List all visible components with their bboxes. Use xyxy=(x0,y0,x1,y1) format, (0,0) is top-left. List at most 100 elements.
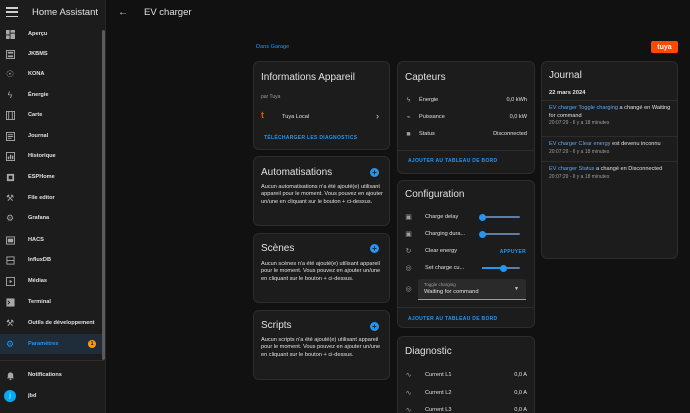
sensors-card: Capteurs ϟ Énergie 0,0 kWh ⌁ Puissance 0… xyxy=(397,61,535,174)
sidebar-scrollbar[interactable] xyxy=(102,30,105,360)
sidebar-item-energie[interactable]: ϟ Énergie xyxy=(0,85,104,105)
set-charge-current-slider[interactable] xyxy=(482,264,520,272)
add-scene-button[interactable]: + xyxy=(370,244,379,253)
configuration-card: Configuration ▣ Charge delay ▣ Charging … xyxy=(397,180,535,328)
lightning-icon: ϟ xyxy=(7,89,13,100)
list-icon xyxy=(5,131,15,141)
tuya-icon: t xyxy=(261,110,264,120)
add-automation-button[interactable]: + xyxy=(370,168,379,177)
journal-entity-link[interactable]: EV charger Clear energy xyxy=(549,141,611,147)
diagnostic-value: 0,0 A xyxy=(514,390,527,396)
sidebar-title: Home Assistant xyxy=(32,6,98,18)
breadcrumb[interactable]: Dans Garage xyxy=(256,44,289,50)
sidebar-item-influxdb[interactable]: InfluxDB xyxy=(0,250,104,270)
add-to-dashboard-button[interactable]: AJOUTER AU TABLEAU DE BORD xyxy=(408,316,497,322)
sensor-row-puissance[interactable]: ⌁ Puissance 0,0 kW xyxy=(398,110,534,124)
journal-date: 22 mars 2024 xyxy=(549,90,586,96)
clear-energy-press-button[interactable]: APPUYER xyxy=(500,249,526,255)
sidebar-item-label: Historique xyxy=(28,153,56,159)
sidebar-item-outils[interactable]: ⚒ Outils de développement xyxy=(0,313,104,333)
sidebar-item-medias[interactable]: Médias xyxy=(0,271,104,291)
journal-entry: EV charger Clear energy est devenu incon… xyxy=(549,141,671,156)
car-icon: ☉ xyxy=(5,68,15,79)
chevron-down-icon: ▼ xyxy=(514,286,519,292)
wrench-icon: ⚒ xyxy=(5,192,15,203)
select-value: Waiting for command xyxy=(424,289,479,295)
hacs-icon xyxy=(5,235,15,245)
sidebar-item-terminal[interactable]: Terminal xyxy=(0,292,104,312)
sidebar-item-notifications[interactable]: Notifications xyxy=(0,365,104,385)
diagnostic-row-l2[interactable]: ∿ Current L2 0,0 A xyxy=(398,386,534,400)
sensor-value: 0,0 kW xyxy=(509,114,527,120)
scripts-title: Scripts xyxy=(261,320,292,331)
menu-icon[interactable] xyxy=(6,7,18,17)
card-divider xyxy=(398,307,534,308)
top-bar: ← EV charger xyxy=(106,0,690,24)
diagnostic-name: Current L3 xyxy=(425,407,452,413)
config-label: Clear energy xyxy=(425,248,458,254)
sidebar-item-grafana[interactable]: ⚙ Grafana xyxy=(0,208,104,228)
sidebar-item-carte[interactable]: Carte xyxy=(0,105,104,125)
diagnostic-row-l1[interactable]: ∿ Current L1 0,0 A xyxy=(398,368,534,382)
diagnostic-title: Diagnostic xyxy=(405,346,452,357)
journal-time: 20:07:29 - Il y a 18 minutes xyxy=(549,148,610,155)
slider-knob[interactable] xyxy=(479,230,486,238)
sidebar-item-label: Grafana xyxy=(28,215,50,221)
add-script-button[interactable]: + xyxy=(370,322,379,331)
charge-delay-slider[interactable] xyxy=(479,213,520,221)
sidebar-item-file-editor[interactable]: ⚒ File editor xyxy=(0,188,104,208)
sidebar-item-kona[interactable]: ☉ KONA xyxy=(0,64,104,84)
diagnostic-row-l3[interactable]: ∿ Current L3 0,0 A xyxy=(398,403,534,413)
sidebar-item-journal[interactable]: Journal xyxy=(0,126,104,146)
plug-icon: ⌁ xyxy=(406,114,411,121)
sidebar: Home Assistant Aperçu JKBMS ☉ KONA ϟ Éne… xyxy=(0,0,106,413)
sidebar-item-historique[interactable]: Historique xyxy=(0,146,104,166)
toggle-charging-select[interactable]: Toggle charging Waiting for command ▼ xyxy=(418,279,526,300)
charging-duration-slider[interactable] xyxy=(479,230,520,238)
integration-name: Tuya Local xyxy=(282,114,310,120)
journal-time: 20:07:29 - Il y a 18 minutes xyxy=(549,120,610,126)
sensor-row-status[interactable]: ■ Status Disconnected xyxy=(398,127,534,141)
slider-knob[interactable] xyxy=(500,264,507,272)
journal-entry: EV charger Status a changé en Disconnect… xyxy=(549,166,671,181)
sidebar-item-label: JKBMS xyxy=(28,51,48,57)
scripts-card: Scripts + Aucun scripts n'a été ajouté(e… xyxy=(253,310,390,380)
database-icon xyxy=(5,255,15,265)
automations-title: Automatisations xyxy=(261,167,333,178)
add-to-dashboard-button[interactable]: AJOUTER AU TABLEAU DE BORD xyxy=(408,158,497,164)
integration-row[interactable]: t Tuya Local › xyxy=(254,110,389,124)
diagnostic-card: Diagnostic ∿ Current L1 0,0 A ∿ Current … xyxy=(397,336,535,413)
journal-divider xyxy=(542,100,677,101)
chart-icon xyxy=(5,151,15,161)
sensor-row-energie[interactable]: ϟ Énergie 0,0 kWh xyxy=(398,93,534,107)
sidebar-item-hacs[interactable]: HACS xyxy=(0,230,104,250)
sidebar-divider xyxy=(0,360,104,361)
current-ac-icon: ∿ xyxy=(405,407,412,413)
diagnostic-value: 0,0 A xyxy=(514,372,527,378)
download-diagnostics-button[interactable]: TÉLÉCHARGER LES DIAGNOSTICS xyxy=(264,135,357,141)
bell-icon xyxy=(5,370,15,380)
sensor-value: 0,0 kWh xyxy=(506,97,527,103)
journal-entity-link[interactable]: EV charger Status xyxy=(549,166,594,172)
sidebar-item-parametres[interactable]: ⚙ Paramètres 1 xyxy=(0,334,104,354)
sidebar-item-label: HACS xyxy=(28,237,44,243)
current-ac-icon: ∿ xyxy=(405,390,412,397)
page-title: EV charger xyxy=(144,6,192,18)
slider-knob[interactable] xyxy=(479,213,486,221)
journal-text: est devenu inconnu xyxy=(610,141,661,147)
dashboard-icon xyxy=(5,29,15,39)
play-icon xyxy=(5,276,15,286)
sidebar-item-user[interactable]: j jbd xyxy=(0,386,104,406)
tuya-logo: tuya xyxy=(651,41,678,53)
journal-card: Journal 22 mars 2024 EV charger Toggle c… xyxy=(541,61,678,259)
sidebar-item-esphome[interactable]: ESPHome xyxy=(0,167,104,187)
back-arrow-icon[interactable]: ← xyxy=(118,7,128,18)
lightning-icon: ϟ xyxy=(406,96,411,104)
sidebar-item-jkbms[interactable]: JKBMS xyxy=(0,44,104,64)
journal-entity-link[interactable]: EV charger Toggle charging xyxy=(549,105,618,111)
sidebar-header: Home Assistant xyxy=(0,0,105,24)
avatar: j xyxy=(4,390,16,402)
notification-badge: 1 xyxy=(88,340,96,348)
sidebar-item-label: Paramètres xyxy=(28,341,59,347)
sidebar-item-apercu[interactable]: Aperçu xyxy=(0,24,104,44)
